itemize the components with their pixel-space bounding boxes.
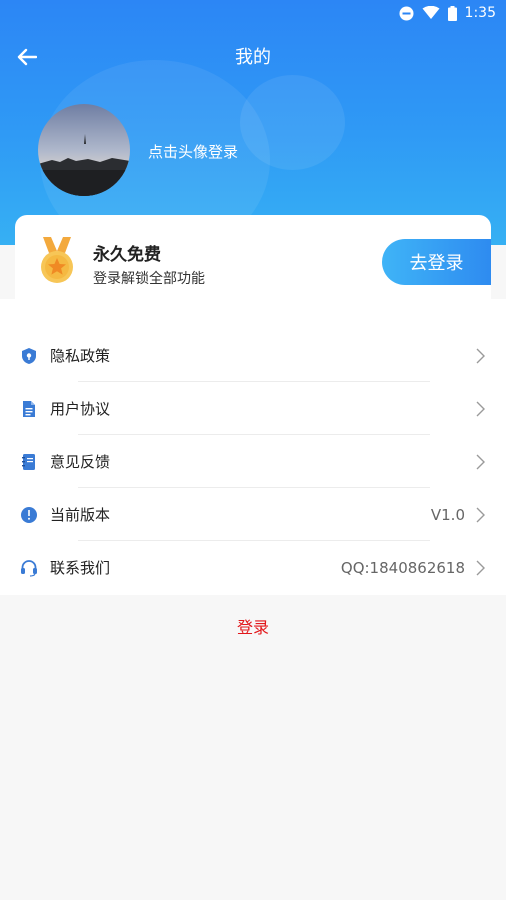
headset-icon	[21, 559, 37, 577]
medal-icon	[41, 237, 73, 283]
shield-icon	[22, 347, 36, 364]
go-login-button[interactable]: 去登录	[382, 239, 491, 285]
back-button[interactable]	[12, 42, 42, 72]
profile-header: 1:35 我的 点击头像登录	[0, 0, 506, 245]
chevron-right-icon	[476, 454, 485, 469]
menu-item-label: 意见反馈	[50, 453, 111, 471]
settings-menu: 隐私政策 用户协议 意见反馈 当前版本 V1.0 联系我们 QQ:1840862…	[0, 299, 506, 595]
chevron-right-icon	[476, 348, 485, 363]
dnd-icon	[399, 6, 414, 21]
status-bar: 1:35	[0, 0, 506, 26]
membership-subtitle: 登录解锁全部功能	[93, 271, 205, 287]
chevron-right-icon	[476, 401, 485, 416]
menu-item-contact-us[interactable]: 联系我们 QQ:1840862618	[0, 541, 506, 594]
status-time: 1:35	[464, 5, 496, 21]
menu-item-privacy-policy[interactable]: 隐私政策	[0, 329, 506, 382]
avatar[interactable]	[38, 104, 130, 196]
document-icon	[23, 400, 35, 417]
menu-item-label: 联系我们	[50, 559, 111, 577]
menu-item-label: 用户协议	[50, 400, 111, 418]
login-link[interactable]: 登录	[0, 614, 506, 638]
version-value: V1.0	[430, 505, 465, 524]
chevron-right-icon	[476, 507, 485, 522]
page-title: 我的	[235, 47, 271, 68]
chevron-right-icon	[476, 560, 485, 575]
decorative-bubble	[240, 75, 345, 170]
menu-item-user-agreement[interactable]: 用户协议	[0, 382, 506, 435]
membership-card: 永久免费 登录解锁全部功能 去登录	[15, 215, 491, 299]
battery-icon	[447, 5, 457, 21]
menu-item-current-version[interactable]: 当前版本 V1.0	[0, 488, 506, 541]
wifi-icon	[422, 6, 440, 20]
navigation-bar: 我的	[0, 30, 506, 82]
membership-title: 永久免费	[93, 245, 161, 265]
login-hint[interactable]: 点击头像登录	[148, 141, 238, 162]
notebook-icon	[22, 453, 35, 470]
info-icon	[21, 506, 37, 523]
contact-value: QQ:1840862618	[340, 558, 465, 577]
arrow-left-icon	[17, 48, 37, 66]
menu-item-label: 当前版本	[50, 506, 111, 524]
menu-item-feedback[interactable]: 意见反馈	[0, 435, 506, 488]
menu-item-label: 隐私政策	[50, 347, 111, 365]
